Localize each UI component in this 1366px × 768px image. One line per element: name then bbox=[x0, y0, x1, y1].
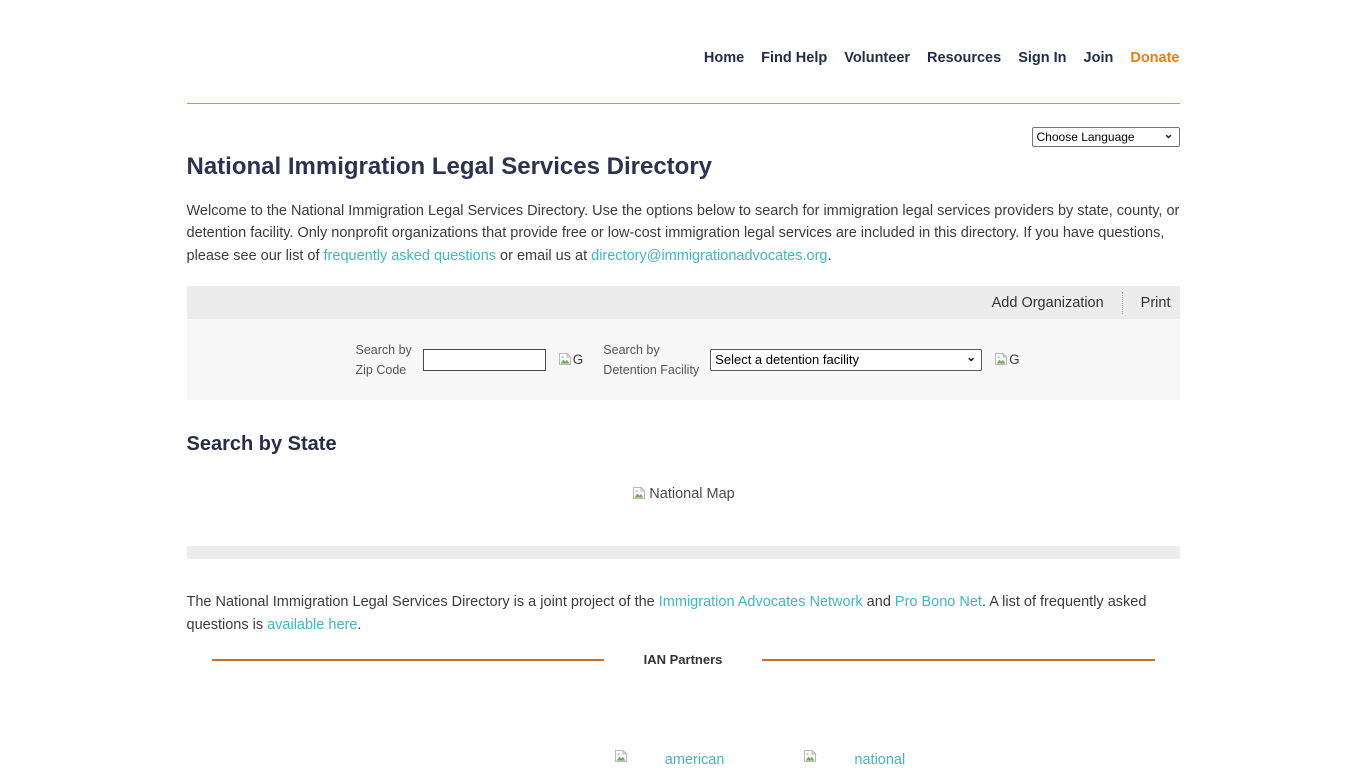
facility-label-line2: Detention Facility bbox=[603, 360, 699, 380]
add-organization-button[interactable]: Add Organization bbox=[992, 295, 1104, 311]
section-divider-bar bbox=[187, 546, 1180, 559]
zip-code-input[interactable] bbox=[423, 349, 546, 371]
pro-bono-net-link[interactable]: Pro Bono Net bbox=[895, 594, 982, 610]
zip-label-line1: Search by bbox=[356, 340, 412, 360]
partner-logos-row: american national bbox=[339, 748, 1180, 768]
ian-partners-divider: IAN Partners bbox=[187, 652, 1180, 668]
partner-american-alt-text: american bbox=[665, 751, 725, 768]
zip-go-button[interactable]: G bbox=[557, 351, 584, 368]
print-button[interactable]: Print bbox=[1141, 295, 1171, 311]
language-row: Choose Language bbox=[187, 127, 1180, 147]
intro-text-2: or email us at bbox=[496, 248, 591, 264]
nav-join[interactable]: Join bbox=[1084, 49, 1114, 67]
page-title: National Immigration Legal Services Dire… bbox=[187, 153, 1180, 181]
ian-partners-heading: IAN Partners bbox=[604, 652, 763, 668]
ian-link[interactable]: Immigration Advocates Network bbox=[659, 594, 863, 610]
zip-search-label: Search by Zip Code bbox=[356, 340, 412, 380]
broken-image-icon bbox=[613, 748, 629, 764]
page-container: Home Find Help Volunteer Resources Sign … bbox=[187, 0, 1180, 768]
zip-label-line2: Zip Code bbox=[356, 360, 412, 380]
email-link[interactable]: directory@immigrationadvocates.org bbox=[591, 248, 827, 264]
nav-resources[interactable]: Resources bbox=[927, 49, 1001, 67]
zip-go-alt-text: G bbox=[573, 351, 584, 368]
intro-text-3: . bbox=[827, 248, 831, 264]
facility-label-line1: Search by bbox=[603, 340, 699, 360]
search-panel: Search by Zip Code G Search by Detention… bbox=[187, 319, 1180, 400]
intro-paragraph: Welcome to the National Immigration Lega… bbox=[187, 200, 1180, 267]
toolbar-separator bbox=[1122, 292, 1123, 314]
footer-paragraph: The National Immigration Legal Services … bbox=[187, 591, 1180, 636]
header-divider bbox=[187, 103, 1180, 104]
footer-text-1: The National Immigration Legal Services … bbox=[187, 594, 659, 610]
broken-image-icon bbox=[802, 748, 818, 764]
footer-text-2: and bbox=[863, 594, 895, 610]
nav-volunteer[interactable]: Volunteer bbox=[844, 49, 910, 67]
ian-divider-line-right bbox=[762, 659, 1154, 661]
available-here-link[interactable]: available here bbox=[267, 617, 357, 633]
language-select[interactable]: Choose Language bbox=[1032, 127, 1180, 147]
directory-toolbar: Add Organization Print bbox=[187, 286, 1180, 319]
partner-logo-american[interactable]: american bbox=[613, 748, 725, 768]
detention-facility-select[interactable]: Select a detention facility bbox=[710, 349, 982, 371]
partner-logo-national[interactable]: national bbox=[802, 748, 905, 768]
language-select-wrap: Choose Language bbox=[1032, 127, 1180, 147]
facility-go-alt-text: G bbox=[1009, 351, 1020, 368]
broken-image-icon bbox=[993, 351, 1009, 367]
search-by-state-heading: Search by State bbox=[187, 432, 1180, 457]
footer-text-4: . bbox=[357, 617, 361, 633]
nav-home[interactable]: Home bbox=[704, 49, 744, 67]
broken-image-icon bbox=[631, 485, 647, 501]
partner-national-alt-text: national bbox=[854, 751, 905, 768]
facility-go-button[interactable]: G bbox=[993, 351, 1020, 368]
nav-donate[interactable]: Donate bbox=[1130, 49, 1179, 67]
facility-select-wrap: Select a detention facility bbox=[710, 349, 982, 371]
national-map-row: National Map bbox=[187, 485, 1180, 503]
ian-divider-line-left bbox=[212, 659, 604, 661]
national-map-alt-text: National Map bbox=[649, 485, 734, 503]
facility-search-label: Search by Detention Facility bbox=[603, 340, 699, 380]
faq-link[interactable]: frequently asked questions bbox=[324, 248, 497, 264]
national-map-image[interactable]: National Map bbox=[631, 485, 734, 503]
broken-image-icon bbox=[557, 351, 573, 367]
top-nav: Home Find Help Volunteer Resources Sign … bbox=[187, 0, 1180, 67]
nav-find-help[interactable]: Find Help bbox=[761, 49, 827, 67]
nav-sign-in[interactable]: Sign In bbox=[1018, 49, 1066, 67]
